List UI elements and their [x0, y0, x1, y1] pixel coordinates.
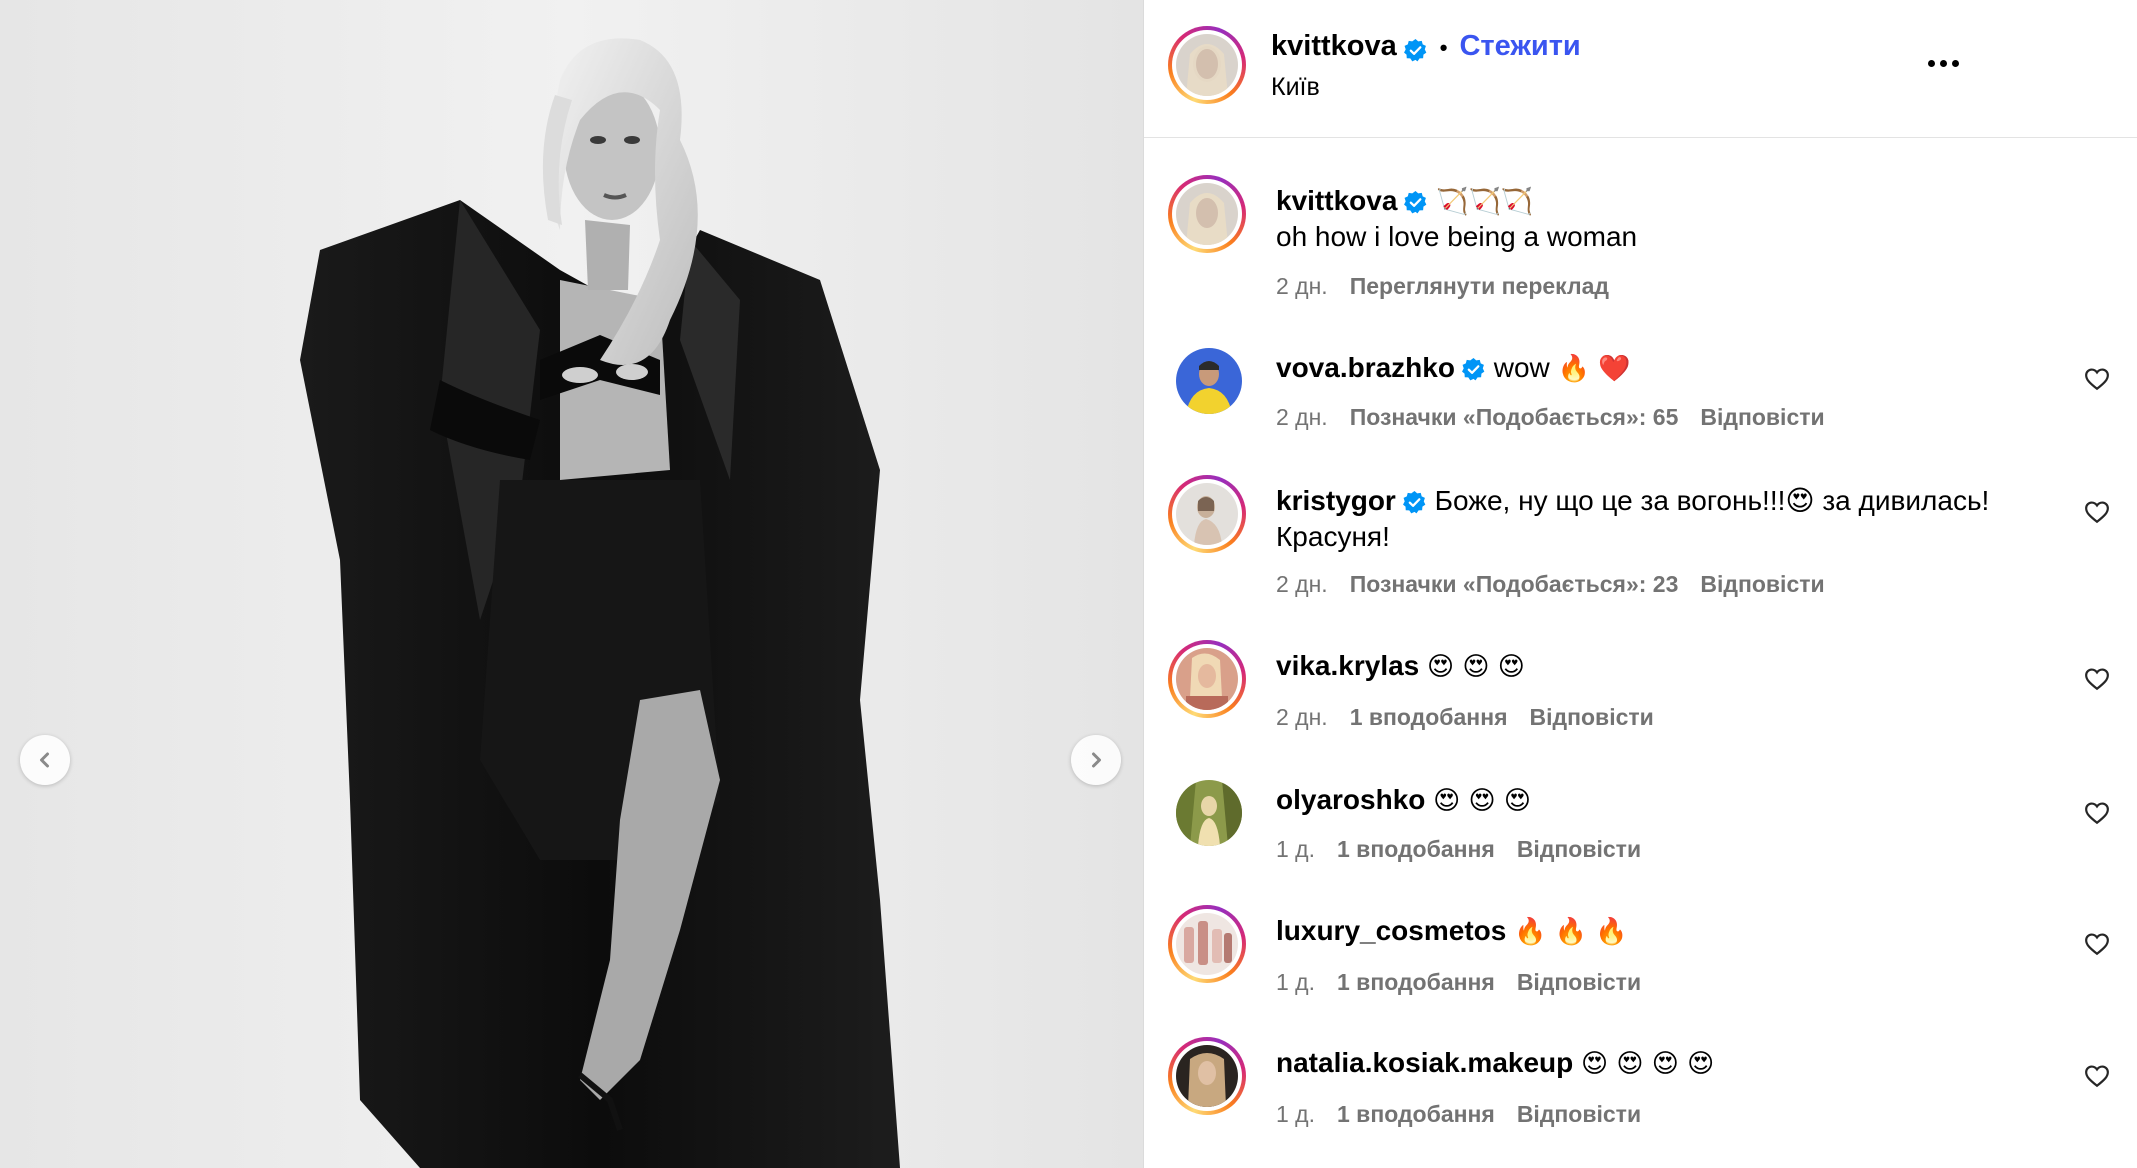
follow-button[interactable]: Стежити: [1459, 30, 1580, 62]
reply-button[interactable]: Відповісти: [1517, 1101, 1641, 1127]
comment-text: wow: [1493, 352, 1550, 383]
comment-likes[interactable]: Позначки «Подобається»: 65: [1350, 404, 1679, 430]
comment-meta: 2 дн. Позначки «Подобається»: 23 Відповіст…: [1276, 571, 1825, 598]
more-horizontal-icon: [1928, 60, 1935, 67]
comment-avatar[interactable]: [1176, 348, 1242, 414]
reply-button[interactable]: Відповісти: [1700, 404, 1824, 430]
comment-time[interactable]: 1 д.: [1276, 1101, 1315, 1127]
comment-emojis: 😍 😍 😍: [1433, 786, 1532, 816]
more-dot: [1940, 60, 1947, 67]
caption-emojis: 🏹🏹🏹: [1436, 187, 1534, 217]
comment-body: vika.krylas 😍 😍 😍: [1276, 648, 2046, 685]
comment-meta: 2 дн. 1 вподобання Відповісти: [1276, 704, 1654, 731]
comment-avatar[interactable]: [1168, 905, 1246, 983]
comment-body: kristygor Боже, ну що це за вогонь!!!😍 з…: [1276, 483, 2036, 555]
verified-badge-icon: [1404, 191, 1427, 214]
verified-badge-icon: [1402, 491, 1426, 514]
verified-badge-icon: [1461, 358, 1485, 381]
comment-body: natalia.kosiak.makeup 😍 😍 😍 😍: [1276, 1045, 2046, 1082]
comment-likes[interactable]: Позначки «Подобається»: 23: [1350, 571, 1679, 597]
comment-body: olyaroshko 😍 😍 😍: [1276, 782, 2046, 819]
post-media[interactable]: [0, 0, 1143, 1168]
post-author-name[interactable]: kvittkova: [1271, 30, 1397, 62]
comment-author[interactable]: kristygor: [1276, 485, 1396, 516]
comment-time[interactable]: 2 дн.: [1276, 704, 1328, 730]
heart-outline-icon[interactable]: [2084, 800, 2110, 826]
post-author-line: kvittkova • Стежити: [1271, 30, 1581, 63]
comment-avatar[interactable]: [1168, 1037, 1246, 1115]
comment-author[interactable]: vova.brazhko: [1276, 352, 1455, 383]
comment-emojis: 🔥 🔥 🔥: [1514, 917, 1628, 947]
comment-likes[interactable]: 1 вподобання: [1337, 836, 1495, 862]
more-dot: [1952, 60, 1959, 67]
reply-button[interactable]: Відповісти: [1517, 969, 1641, 995]
chevron-right-icon: [1092, 752, 1101, 768]
caption-author-name[interactable]: kvittkova: [1276, 185, 1397, 216]
comment-time[interactable]: 2 дн.: [1276, 571, 1328, 597]
caption-text: oh how i love being a woman: [1276, 221, 1638, 252]
comment-author[interactable]: vika.krylas: [1276, 650, 1419, 681]
comment-emojis: 😍 😍 😍: [1427, 652, 1525, 682]
comment-meta: 1 д. 1 вподобання Відповісти: [1276, 969, 1641, 996]
reply-button[interactable]: Відповісти: [1530, 704, 1654, 730]
see-translation-button[interactable]: Переглянути переклад: [1350, 273, 1609, 299]
heart-outline-icon[interactable]: [2084, 499, 2110, 525]
comment-likes[interactable]: 1 вподобання: [1337, 1101, 1495, 1127]
author-avatar[interactable]: [1168, 26, 1246, 104]
comment-likes[interactable]: 1 вподобання: [1337, 969, 1495, 995]
comment-avatar[interactable]: [1176, 780, 1242, 846]
post-header: kvittkova • Стежити Київ: [1144, 0, 2137, 138]
heart-outline-icon[interactable]: [2084, 366, 2110, 392]
reply-button[interactable]: Відповісти: [1700, 571, 1824, 597]
comment-body: vova.brazhko wow 🔥 ❤️: [1276, 350, 2046, 387]
comment-time[interactable]: 1 д.: [1276, 836, 1315, 862]
comment-meta: 1 д. 1 вподобання Відповісти: [1276, 1101, 1641, 1128]
comment-time[interactable]: 1 д.: [1276, 969, 1315, 995]
post-details-panel: kvittkova • Стежити Київ kvittkova 🏹🏹🏹 oh …: [1144, 0, 2137, 1168]
comment-author[interactable]: olyaroshko: [1276, 784, 1425, 815]
heart-outline-icon[interactable]: [2084, 931, 2110, 957]
reply-button[interactable]: Відповісти: [1517, 836, 1641, 862]
caption-time[interactable]: 2 дн.: [1276, 273, 1328, 299]
more-options-button[interactable]: [1928, 52, 1959, 75]
comment-meta: 2 дн. Позначки «Подобається»: 65 Відповіст…: [1276, 404, 1825, 431]
comment-author[interactable]: luxury_cosmetos: [1276, 915, 1506, 946]
comment-author[interactable]: natalia.kosiak.makeup: [1276, 1047, 1573, 1078]
caption-meta: 2 дн. Переглянути переклад: [1276, 273, 1609, 300]
next-photo-button[interactable]: [1071, 735, 1121, 785]
caption-header-line: kvittkova 🏹🏹🏹: [1276, 183, 2046, 220]
caption-avatar[interactable]: [1168, 175, 1246, 253]
comment-time[interactable]: 2 дн.: [1276, 404, 1328, 430]
comment-avatar[interactable]: [1168, 640, 1246, 718]
comment-emojis: 🔥 ❤️: [1557, 354, 1631, 384]
comment-likes[interactable]: 1 вподобання: [1350, 704, 1508, 730]
verified-badge-icon: [1403, 39, 1427, 62]
comment-emojis: 😍 😍 😍 😍: [1581, 1049, 1715, 1079]
comment-body: luxury_cosmetos 🔥 🔥 🔥: [1276, 913, 2046, 950]
heart-outline-icon[interactable]: [2084, 1063, 2110, 1089]
comment-avatar[interactable]: [1168, 475, 1246, 553]
chevron-left-icon: [40, 752, 49, 768]
heart-outline-icon[interactable]: [2084, 666, 2110, 692]
post-photo: [0, 0, 1143, 1168]
comment-meta: 1 д. 1 вподобання Відповісти: [1276, 836, 1641, 863]
separator-dot: •: [1439, 35, 1448, 60]
previous-photo-button[interactable]: [20, 735, 70, 785]
post-location[interactable]: Київ: [1271, 73, 1320, 102]
